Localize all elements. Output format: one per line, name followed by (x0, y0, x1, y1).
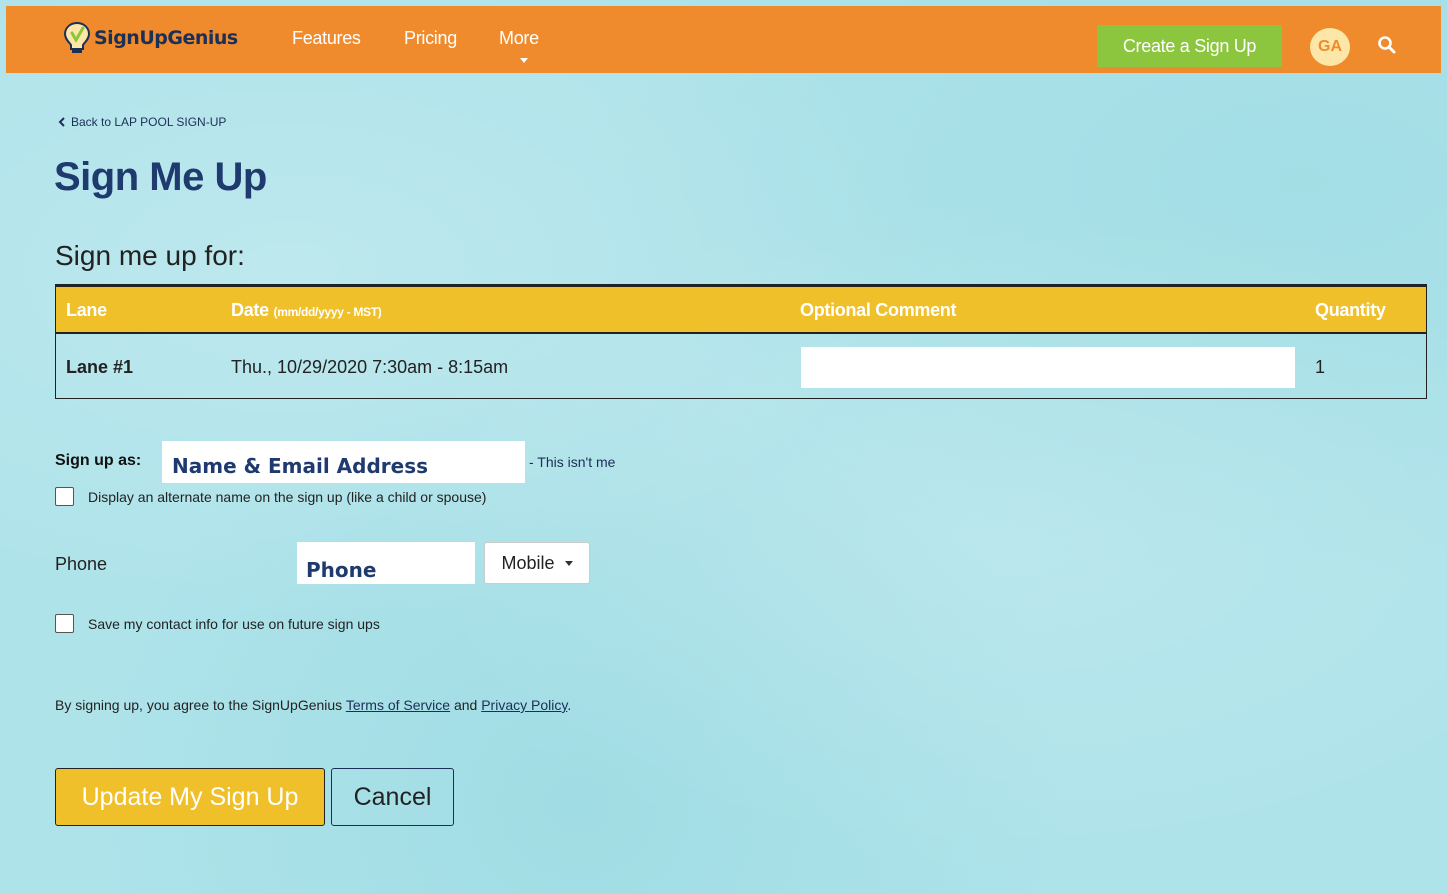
optional-comment-input[interactable] (801, 347, 1295, 388)
alternate-name-checkbox[interactable] (55, 487, 74, 506)
phone-value: Phone (306, 558, 377, 582)
alternate-name-label: Display an alternate name on the sign up… (88, 488, 487, 505)
terms-suffix: . (567, 697, 572, 713)
terms-prefix: By signing up, you agree to the SignUpGe… (55, 697, 346, 713)
save-contact-option[interactable]: Save my contact info for use on future s… (55, 614, 380, 633)
chevron-down-icon (520, 58, 528, 63)
nav-more[interactable]: More (499, 28, 539, 49)
header-date-label: Date (231, 300, 269, 320)
chevron-down-icon (564, 560, 573, 566)
terms-of-service-link[interactable]: Terms of Service (346, 697, 450, 713)
header-quantity: Quantity (1315, 300, 1386, 320)
create-sign-up-button[interactable]: Create a Sign Up (1097, 25, 1282, 67)
cancel-button[interactable]: Cancel (331, 768, 454, 826)
page-title: Sign Me Up (54, 155, 267, 199)
chevron-left-icon (58, 117, 65, 127)
back-link[interactable]: Back to LAP POOL SIGN-UP (58, 115, 226, 129)
avatar[interactable]: GA (1310, 28, 1350, 66)
lightbulb-logo-icon (63, 21, 91, 53)
save-contact-checkbox[interactable] (55, 614, 74, 633)
nav-features[interactable]: Features (292, 28, 361, 49)
nav-pricing[interactable]: Pricing (404, 28, 457, 49)
sign-up-as-label: Sign up as: (55, 452, 142, 469)
alternate-name-option[interactable]: Display an alternate name on the sign up… (55, 487, 486, 506)
logo-text: SignUpGenius (94, 27, 238, 49)
this-isnt-me-link[interactable]: - This isn't me (529, 454, 615, 470)
header-date-note: (mm/dd/yyyy - MST) (273, 305, 382, 319)
privacy-policy-link[interactable]: Privacy Policy (481, 697, 567, 713)
name-email-field[interactable]: Name & Email Address (162, 441, 525, 483)
top-navigation-bar: SignUpGenius Features Pricing More Creat… (6, 6, 1441, 73)
back-link-label: Back to LAP POOL SIGN-UP (71, 115, 227, 129)
phone-field[interactable]: Phone (297, 542, 475, 584)
phone-label: Phone (55, 554, 108, 574)
row-lane: Lane #1 (66, 357, 134, 377)
save-contact-label: Save my contact info for use on future s… (88, 615, 380, 632)
header-date: Date (mm/dd/yyyy - MST) (231, 300, 382, 321)
search-icon[interactable] (1377, 35, 1397, 55)
phone-type-value: Mobile (501, 552, 555, 573)
terms-and: and (450, 697, 482, 713)
signupgenius-logo[interactable]: SignUpGenius (62, 20, 238, 56)
update-sign-up-button[interactable]: Update My Sign Up (55, 768, 325, 826)
row-date: Thu., 10/29/2020 7:30am - 8:15am (231, 357, 509, 377)
table-header: Lane Date (mm/dd/yyyy - MST) Optional Co… (56, 287, 1426, 334)
name-email-value: Name & Email Address (172, 454, 429, 478)
section-title: Sign me up for: (55, 240, 245, 271)
header-lane: Lane (66, 300, 107, 320)
signup-slot-table: Lane Date (mm/dd/yyyy - MST) Optional Co… (55, 284, 1427, 399)
header-comment: Optional Comment (800, 300, 957, 320)
row-quantity: 1 (1315, 357, 1326, 377)
terms-notice: By signing up, you agree to the SignUpGe… (55, 697, 571, 713)
phone-type-select[interactable]: Mobile (484, 542, 590, 584)
